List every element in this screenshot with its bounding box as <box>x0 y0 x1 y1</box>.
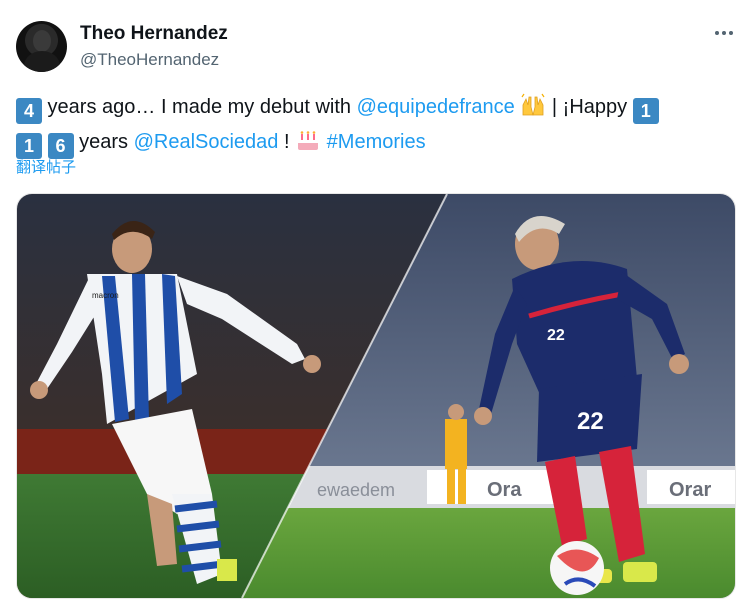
tweet-text-segment: ! <box>278 131 296 153</box>
right-jersey-front-number: 22 <box>547 327 565 344</box>
avatar-head <box>33 30 51 52</box>
tweet-text-segment: | ¡Happy <box>546 96 633 118</box>
left-jersey-sponsor: macron <box>92 291 119 300</box>
media-photo-collage: macron ewaedem Ora Orar 22 22 <box>17 194 735 598</box>
tweet-line-2: 1 6 years @RealSociedad ! #Memories <box>16 127 736 162</box>
ad-board-right-1: Ora <box>487 479 522 501</box>
more-dot <box>722 31 726 35</box>
tweet-text-segment: years ago… I made my debut with <box>42 96 357 118</box>
author-name[interactable]: Theo Hernandez <box>80 23 228 45</box>
raising-hands-emoji <box>520 93 546 127</box>
ad-board-left: ewaedem <box>317 480 395 500</box>
more-options-icon[interactable] <box>712 24 736 42</box>
right-shorts-number: 22 <box>577 408 604 435</box>
more-dot <box>715 31 719 35</box>
tweet-media-image[interactable]: macron ewaedem Ora Orar 22 22 <box>16 193 736 599</box>
author-avatar[interactable] <box>16 21 67 72</box>
ad-board-right-2: Orar <box>669 479 711 501</box>
avatar-body <box>24 51 60 72</box>
keycap-4-emoji: 4 <box>16 98 42 124</box>
tweet-text: 4 years ago… I made my debut with @equip… <box>16 92 736 162</box>
translate-post-link[interactable]: 翻译帖子 <box>16 156 76 177</box>
tweet-text-segment: years <box>73 131 134 153</box>
author-handle[interactable]: @TheoHernandez <box>80 50 219 70</box>
mention-realsociedad[interactable]: @RealSociedad <box>134 131 279 153</box>
more-dot <box>729 31 733 35</box>
birthday-cake-emoji <box>295 128 321 162</box>
keycap-1-emoji: 1 <box>632 98 659 124</box>
mention-equipedefrance[interactable]: @equipedefrance <box>357 96 515 118</box>
hashtag-memories[interactable]: #Memories <box>327 131 426 153</box>
tweet-line-1: 4 years ago… I made my debut with @equip… <box>16 92 736 127</box>
